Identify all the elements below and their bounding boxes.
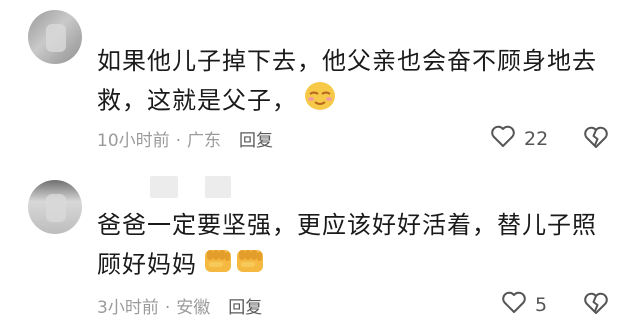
comment-meta: 10小时前 · 广东 回复 — [97, 126, 273, 151]
dislike-button[interactable] — [583, 125, 609, 149]
smiling-face-icon — [303, 80, 337, 123]
like-count: 22 — [524, 127, 549, 150]
comment-text: 如果他儿子掉下去，他父亲也会奋不顾身地去救，这就是父子， — [97, 42, 617, 123]
reply-button[interactable]: 回复 — [239, 131, 273, 151]
comment-time: 10小时前 — [97, 131, 170, 151]
reply-button[interactable]: 回复 — [228, 298, 262, 318]
dislike-button[interactable] — [583, 291, 609, 315]
meta-separator: · — [175, 131, 182, 151]
username-blur — [205, 176, 231, 198]
broken-heart-icon — [584, 126, 608, 148]
broken-heart-icon — [584, 292, 608, 314]
meta-separator: · — [164, 298, 171, 318]
avatar[interactable] — [28, 10, 82, 64]
comment-location: 安徽 — [176, 298, 211, 318]
comment-location: 广东 — [187, 131, 222, 151]
like-count: 5 — [535, 293, 548, 316]
heart-icon — [501, 290, 527, 319]
comment-time: 3小时前 — [97, 298, 159, 318]
heart-icon — [490, 124, 516, 153]
comment-item: 爸爸一定要坚强，更应该好好活着，替儿子照顾好妈妈 3小时前 · 安徽 回复 5 — [0, 166, 637, 319]
like-button[interactable]: 22 — [490, 124, 548, 153]
comment-meta: 3小时前 · 安徽 回复 — [97, 293, 262, 318]
raised-fist-icon — [203, 244, 265, 287]
comment-text: 爸爸一定要坚强，更应该好好活着，替儿子照顾好妈妈 — [97, 206, 617, 287]
username-blur — [150, 176, 178, 198]
like-button[interactable]: 5 — [501, 290, 547, 319]
comment-item: 如果他儿子掉下去，他父亲也会奋不顾身地去救，这就是父子， 10小时前 · 广东 回复 … — [0, 0, 637, 166]
avatar[interactable] — [28, 180, 82, 234]
